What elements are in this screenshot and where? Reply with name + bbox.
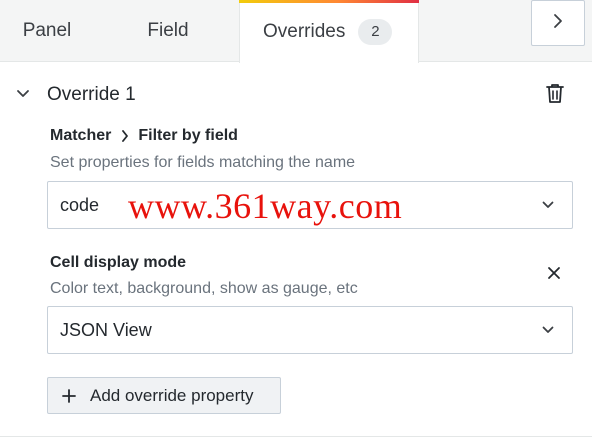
tab-panel-label: Panel	[22, 20, 72, 41]
property-title: Cell display mode	[50, 254, 187, 271]
chevron-right-icon	[552, 13, 564, 34]
chevron-down-icon	[541, 323, 555, 337]
matcher-label: Matcher	[50, 127, 112, 144]
tab-field-label: Field	[147, 20, 189, 41]
matcher-description: Set properties for fields matching the n…	[50, 154, 356, 171]
add-override-property-button[interactable]: Add override property	[47, 377, 281, 414]
remove-property-button[interactable]	[545, 266, 563, 284]
overrides-count-badge: 2	[358, 18, 393, 45]
watermark: www.361way.com	[128, 186, 403, 226]
plus-icon	[62, 388, 76, 403]
delete-override-button[interactable]	[544, 84, 566, 108]
matcher-breadcrumb: Matcher Filter by field	[50, 127, 238, 145]
tab-bar: Panel Field Overrides 2	[0, 0, 592, 63]
tab-overrides[interactable]: Overrides 2	[239, 0, 419, 63]
override-title[interactable]: Override 1	[47, 84, 136, 106]
cell-display-mode-select[interactable]: JSON View	[47, 306, 573, 354]
chevron-down-icon	[16, 86, 30, 104]
matcher-value: Filter by field	[138, 127, 238, 144]
chevron-right-icon	[121, 130, 129, 142]
close-icon	[547, 266, 561, 285]
add-override-property-label: Add override property	[90, 385, 254, 405]
divider	[0, 436, 592, 437]
tab-panel[interactable]: Panel	[0, 0, 94, 62]
property-description: Color text, background, show as gauge, e…	[50, 280, 358, 297]
tab-overrides-label: Overrides	[263, 20, 346, 42]
override-collapse-toggle[interactable]	[14, 86, 32, 104]
field-name-select-value: code	[60, 194, 100, 215]
cell-display-mode-value: JSON View	[60, 319, 152, 340]
tab-field[interactable]: Field	[108, 0, 228, 62]
chevron-down-icon	[541, 198, 555, 212]
next-tab-button[interactable]	[531, 0, 585, 46]
trash-icon	[546, 83, 564, 109]
